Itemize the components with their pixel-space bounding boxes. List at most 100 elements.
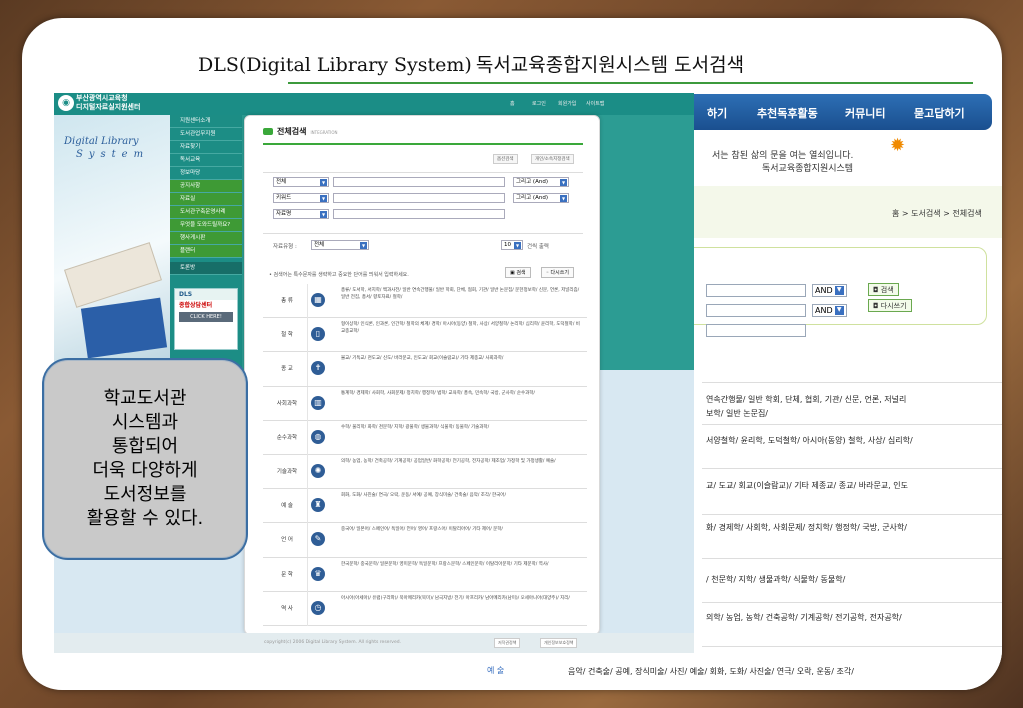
hero-line1: Digital Library: [64, 136, 139, 147]
book-illustration: [80, 297, 168, 359]
bg-nav-item[interactable]: 묻고답하기: [914, 105, 965, 121]
search-input[interactable]: [333, 177, 505, 187]
submenu-item[interactable]: 공지사항: [170, 180, 242, 193]
divider: [702, 382, 1002, 383]
logo-line2: 디지털자료실지원센터: [76, 103, 141, 111]
callout-line: 도서정보를: [103, 484, 187, 505]
bg-nav-item[interactable]: 하기: [707, 105, 727, 121]
operator-select[interactable]: 그리고 (And) ▼: [513, 177, 569, 187]
bg-result-row: 보학/ 일반 논문집/: [706, 409, 768, 418]
category-desc: 의학/ 농업, 농학/ 건축공학/ 기계공학/ 공업일반/ 화학공학/ 전기공학…: [341, 458, 556, 464]
popup-search-button[interactable]: ▣ 검색: [505, 267, 531, 278]
globe-icon: ◍: [311, 429, 325, 444]
speech-icon: ✎: [311, 532, 325, 547]
category-row[interactable]: 사회과학 ▥ 통계학/ 경제학/ 사회학, 사회문제/ 정치학/ 행정학/ 법학/ …: [263, 386, 587, 421]
chevron-down-icon: ▼: [834, 306, 844, 315]
callout-box: 학교도서관 시스템과 통합되어 더욱 다양하게 도서정보를 활용할 수 있다.: [42, 358, 248, 560]
popup-rewrite-button[interactable]: ◦ 다시쓰기: [541, 267, 574, 278]
bg-search-button[interactable]: ◘ 검색: [868, 283, 899, 296]
callout-line: 학교도서관: [103, 388, 187, 409]
divider: [702, 424, 1002, 425]
bg-search-input[interactable]: [706, 324, 806, 337]
divider: [307, 386, 308, 421]
dls-center-banner[interactable]: DLS 종합상담센터 CLICK HERE!: [174, 288, 238, 350]
category-row[interactable]: 철 학 ▯ 형이상학/ 인식론, 인과론, 인간학/ 철학의 체계/ 경학/ 아시아…: [263, 318, 587, 353]
callout-line: 시스템과: [111, 412, 179, 433]
divider: [307, 318, 308, 353]
submenu-item[interactable]: 자료실: [170, 193, 242, 206]
search-input[interactable]: [333, 193, 505, 203]
category-row[interactable]: 총 류 ▦ 총류/ 도서학, 서지학/ 백과사전/ 일반 연속간행물/ 일반 학회,…: [263, 284, 587, 319]
option-search-button[interactable]: 옵션검색: [493, 154, 518, 164]
category-row[interactable]: 예 술 ♜ 회화, 도화/ 사진술/ 연극/ 오락, 운동/ 서예/ 공예, 장식미…: [263, 489, 587, 524]
category-name: 종 교: [281, 366, 293, 373]
bg-rewrite-button[interactable]: ◘ 다시쓰기: [868, 299, 912, 312]
field-select[interactable]: 키워드 ▼: [273, 193, 329, 203]
submenu-item[interactable]: 도서관구축운영사례: [170, 206, 242, 219]
bg-and-select[interactable]: AND ▼: [812, 284, 847, 297]
category-row[interactable]: 역 사 ◷ 아시아(아세아)/ 유럽(구라파)/ 북아메리카(북미)/ 남극지방/ …: [263, 591, 587, 626]
field-select[interactable]: 전체 ▼: [273, 177, 329, 187]
category-table: 총 류 ▦ 총류/ 도서학, 서지학/ 백과사전/ 일반 연속간행물/ 일반 학회,…: [263, 284, 587, 626]
footer-copyright: copyright(c) 2006 Digital Library System…: [264, 640, 402, 645]
category-row[interactable]: 문 학 ♛ 한국문학/ 중국문학/ 일본문학/ 영미문학/ 독일문학/ 프랑스문학/…: [263, 557, 587, 592]
submenu-item[interactable]: 플랜터: [170, 245, 242, 258]
util-link[interactable]: 로그인: [532, 100, 546, 107]
popup-subtitle: INTEGRATION: [310, 130, 338, 135]
search-popup: 전체검색 INTEGRATION 옵션검색 개인/소속지정검색 전체 ▼ 그리고 (…: [244, 115, 600, 635]
category-row[interactable]: 순수과학 ◍ 수학/ 물리학/ 화학/ 천문학/ 지학/ 광물학/ 생물과학/ 식물…: [263, 420, 587, 455]
category-row[interactable]: 언 어 ✎ 중국어/ 일본어/ 스페인어/ 독일어/ 언어/ 영어/ 프랑스어/ 이…: [263, 523, 587, 558]
site-footer: copyright(c) 2006 Digital Library System…: [54, 633, 694, 653]
util-link[interactable]: 사이트맵: [586, 100, 604, 107]
footer-link[interactable]: 개인정보보호정책: [540, 638, 578, 648]
operator-select[interactable]: 그리고 (And) ▼: [513, 193, 569, 203]
bg-nav-item[interactable]: 추천독후활동: [757, 105, 818, 121]
menu-item[interactable]: 지원센터소개: [170, 115, 242, 128]
menu-item[interactable]: 도서관업무지원: [170, 128, 242, 141]
bar-chart-icon: ▥: [311, 395, 325, 410]
site-header: ◉ 부산광역시교육청 디지털자료실지원센터 홈 로그인 회원가입 사이트맵: [54, 93, 694, 115]
field-select-value: 키워드: [276, 195, 292, 201]
submenu-item[interactable]: 행사게시판: [170, 232, 242, 245]
dls-click-button[interactable]: CLICK HERE!: [179, 312, 233, 322]
menu-item[interactable]: 독서교육: [170, 154, 242, 167]
bg-search-input[interactable]: [706, 284, 806, 297]
submenu-item[interactable]: 토론방: [170, 262, 242, 275]
menu-item[interactable]: 자료찾기: [170, 141, 242, 154]
category-row[interactable]: 종 교 ✝ 불교/ 기독교/ 천도교/ 신도/ 바라문교, 인도교/ 회교(이슬람교…: [263, 352, 587, 387]
menu-item[interactable]: 정보마당: [170, 167, 242, 180]
divider: [307, 454, 308, 489]
submenu-item[interactable]: 무엇을 도와드릴까요?: [170, 219, 242, 232]
divider: [307, 489, 308, 524]
divider: [702, 468, 1002, 469]
field-select[interactable]: 자료명 ▼: [273, 209, 329, 219]
type-select[interactable]: 전체 ▼: [311, 240, 369, 250]
bg-result-row: 의학/ 농업, 농학/ 건축공학/ 기계공학/ 전기공학, 전자공학/: [706, 613, 902, 622]
bg-and-label: AND: [815, 286, 833, 295]
search-note: • 검색어는 특수문자를 생략하고 중요한 단어를 띄워서 입력하세요.: [269, 272, 409, 278]
cross-icon: ✝: [311, 361, 325, 376]
personal-search-button[interactable]: 개인/소속지정검색: [531, 154, 574, 164]
bg-nav-item[interactable]: 커뮤니티: [845, 105, 885, 121]
bg-search-input[interactable]: [706, 304, 806, 317]
category-name: 역 사: [281, 605, 293, 612]
footer-link[interactable]: 저작권정책: [494, 638, 521, 648]
count-select[interactable]: 10 ▼: [501, 240, 523, 250]
search-input[interactable]: [333, 209, 505, 219]
bg-result-row: 교/ 도교/ 회교(이슬람교)/ 기타 제종교/ 종교/ 바라문교, 인도: [706, 481, 908, 490]
chevron-down-icon: ▼: [320, 195, 327, 202]
bg-result-row: 화/ 경제학/ 사회학, 사회문제/ 정치학/ 행정학/ 국방, 군사학/: [706, 523, 907, 532]
bg-greeting-1: 서는 참된 삶의 문을 여는 열쇠입니다.: [712, 151, 854, 161]
bg-and-label: AND: [815, 306, 833, 315]
bg-art-row: 음악/ 건축술/ 공예, 장식미술/ 사진/ 예술/ 회화, 도화/ 사진술/ …: [568, 667, 854, 676]
divider: [307, 352, 308, 387]
slide-title-en: DLS(Digital Library System): [198, 54, 472, 76]
bg-result-row: 서양철학/ 윤리학, 도덕철학/ 아시아(동양) 철학, 사상/ 심리학/: [706, 436, 913, 445]
util-link[interactable]: 회원가입: [558, 100, 576, 107]
category-row[interactable]: 기술과학 ✺ 의학/ 농업, 농학/ 건축공학/ 기계공학/ 공업일반/ 화학공학/…: [263, 454, 587, 490]
site-logo[interactable]: 부산광역시교육청 디지털자료실지원센터: [76, 94, 140, 112]
philosophy-icon: ▯: [311, 327, 325, 342]
util-link[interactable]: 홈: [510, 100, 515, 107]
popup-title: 전체검색 INTEGRATION: [263, 126, 338, 137]
bg-and-select[interactable]: AND ▼: [812, 304, 847, 317]
